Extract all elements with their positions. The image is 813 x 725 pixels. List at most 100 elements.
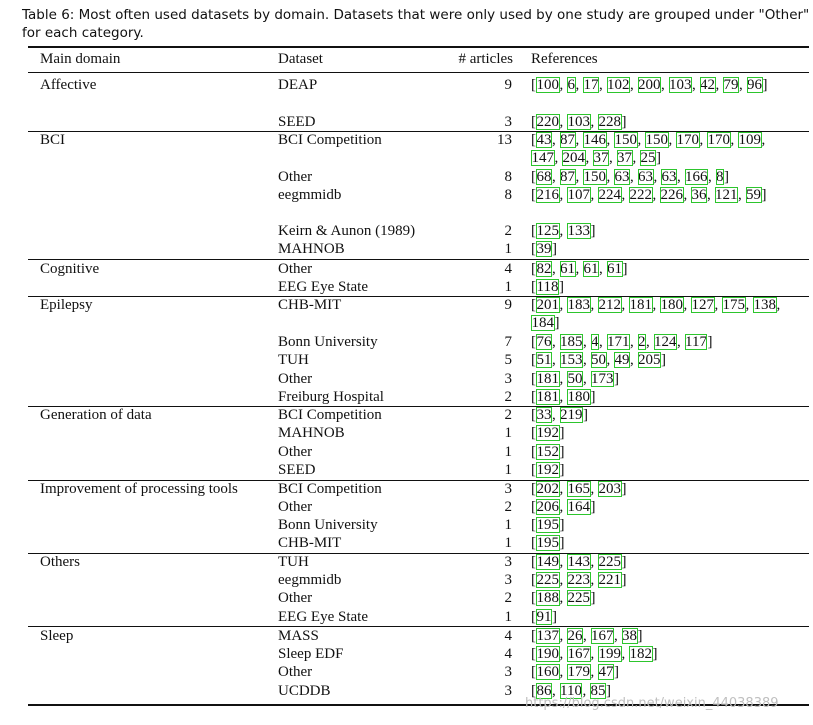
- citation-link[interactable]: 201: [536, 297, 560, 313]
- citation-link[interactable]: 179: [567, 664, 591, 680]
- citation-link[interactable]: 133: [567, 223, 591, 239]
- citation-link[interactable]: 219: [559, 407, 583, 423]
- citation-link[interactable]: 184: [531, 315, 555, 332]
- citation-link[interactable]: 203: [598, 481, 622, 497]
- citation-link[interactable]: 137: [536, 628, 560, 644]
- citation-link[interactable]: 63: [637, 169, 654, 185]
- citation-link[interactable]: 109: [738, 132, 762, 148]
- citation-link[interactable]: 49: [614, 352, 630, 368]
- citation-link[interactable]: 192: [536, 462, 560, 478]
- citation-link[interactable]: 96: [746, 77, 763, 93]
- citation-link[interactable]: 149: [536, 554, 560, 570]
- citation-link[interactable]: 125: [536, 223, 560, 239]
- citation-link[interactable]: 50: [590, 352, 607, 368]
- citation-link[interactable]: 79: [723, 77, 739, 93]
- citation-link[interactable]: 164: [567, 499, 591, 515]
- citation-link[interactable]: 195: [536, 517, 560, 533]
- citation-link[interactable]: 121: [714, 187, 738, 203]
- citation-link[interactable]: 103: [668, 77, 692, 93]
- citation-link[interactable]: 182: [629, 646, 653, 662]
- citation-link[interactable]: 225: [536, 572, 560, 588]
- citation-link[interactable]: 160: [536, 664, 560, 680]
- citation-link[interactable]: 138: [753, 297, 777, 313]
- citation-link[interactable]: 173: [590, 371, 614, 387]
- citation-link[interactable]: 82: [536, 261, 552, 277]
- citation-link[interactable]: 91: [536, 609, 552, 625]
- citation-link[interactable]: 190: [536, 646, 560, 662]
- citation-link[interactable]: 127: [691, 297, 715, 313]
- citation-link[interactable]: 68: [536, 169, 552, 185]
- citation-link[interactable]: 170: [676, 132, 700, 148]
- citation-link[interactable]: 181: [536, 371, 560, 387]
- citation-link[interactable]: 192: [536, 425, 560, 441]
- citation-link[interactable]: 206: [536, 499, 560, 515]
- citation-link[interactable]: 185: [559, 334, 583, 350]
- citation-link[interactable]: 38: [621, 628, 638, 644]
- citation-link[interactable]: 118: [536, 279, 559, 295]
- citation-link[interactable]: 100: [536, 77, 560, 93]
- citation-link[interactable]: 103: [567, 114, 591, 130]
- citation-link[interactable]: 200: [637, 77, 661, 93]
- citation-link[interactable]: 202: [536, 481, 560, 497]
- citation-link[interactable]: 181: [536, 389, 560, 405]
- citation-link[interactable]: 117: [684, 334, 708, 350]
- citation-link[interactable]: 36: [691, 187, 707, 203]
- citation-link[interactable]: 87: [559, 132, 576, 148]
- citation-link[interactable]: 61: [606, 261, 623, 277]
- citation-link[interactable]: 171: [606, 334, 630, 350]
- citation-link[interactable]: 167: [590, 628, 614, 644]
- citation-link[interactable]: 76: [536, 334, 552, 350]
- citation-link[interactable]: 167: [567, 646, 591, 662]
- citation-link[interactable]: 228: [598, 114, 622, 130]
- citation-link[interactable]: 188: [536, 590, 560, 606]
- citation-link[interactable]: 17: [583, 77, 599, 93]
- citation-link[interactable]: 37: [593, 150, 609, 167]
- citation-link[interactable]: 150: [614, 132, 638, 148]
- citation-link[interactable]: 63: [661, 169, 677, 185]
- citation-link[interactable]: 43: [536, 132, 552, 148]
- citation-link[interactable]: 2: [637, 334, 646, 350]
- citation-link[interactable]: 37: [616, 150, 633, 167]
- citation-link[interactable]: 166: [684, 169, 708, 185]
- citation-link[interactable]: 225: [598, 554, 622, 570]
- citation-link[interactable]: 61: [583, 261, 599, 277]
- citation-link[interactable]: 146: [583, 132, 607, 148]
- citation-link[interactable]: 61: [559, 261, 576, 277]
- citation-link[interactable]: 225: [567, 590, 591, 606]
- citation-link[interactable]: 26: [567, 628, 583, 644]
- citation-link[interactable]: 50: [567, 371, 583, 387]
- citation-link[interactable]: 107: [567, 187, 591, 203]
- citation-link[interactable]: 147: [531, 150, 555, 167]
- citation-link[interactable]: 205: [637, 352, 661, 368]
- citation-link[interactable]: 6: [567, 77, 576, 93]
- citation-link[interactable]: 8: [715, 169, 724, 185]
- citation-link[interactable]: 216: [536, 187, 560, 203]
- citation-link[interactable]: 181: [629, 297, 653, 313]
- citation-link[interactable]: 4: [590, 334, 599, 350]
- citation-link[interactable]: 33: [536, 407, 552, 423]
- citation-link[interactable]: 143: [567, 554, 591, 570]
- citation-link[interactable]: 222: [629, 187, 653, 203]
- citation-link[interactable]: 124: [653, 334, 677, 350]
- citation-link[interactable]: 199: [598, 646, 622, 662]
- citation-link[interactable]: 152: [536, 444, 560, 460]
- citation-link[interactable]: 153: [559, 352, 583, 368]
- citation-link[interactable]: 212: [598, 297, 622, 313]
- citation-link[interactable]: 204: [562, 150, 586, 167]
- citation-link[interactable]: 223: [567, 572, 591, 588]
- citation-link[interactable]: 51: [536, 352, 552, 368]
- citation-link[interactable]: 170: [707, 132, 731, 148]
- citation-link[interactable]: 220: [536, 114, 560, 130]
- citation-link[interactable]: 59: [745, 187, 762, 203]
- citation-link[interactable]: 226: [660, 187, 684, 203]
- citation-link[interactable]: 221: [598, 572, 622, 588]
- citation-link[interactable]: 183: [567, 297, 591, 313]
- citation-link[interactable]: 47: [598, 664, 614, 680]
- citation-link[interactable]: 195: [536, 535, 560, 551]
- citation-link[interactable]: 224: [598, 187, 622, 203]
- citation-link[interactable]: 63: [614, 169, 630, 185]
- citation-link[interactable]: 175: [722, 297, 746, 313]
- citation-link[interactable]: 150: [645, 132, 669, 148]
- citation-link[interactable]: 42: [699, 77, 716, 93]
- citation-link[interactable]: 25: [640, 150, 656, 167]
